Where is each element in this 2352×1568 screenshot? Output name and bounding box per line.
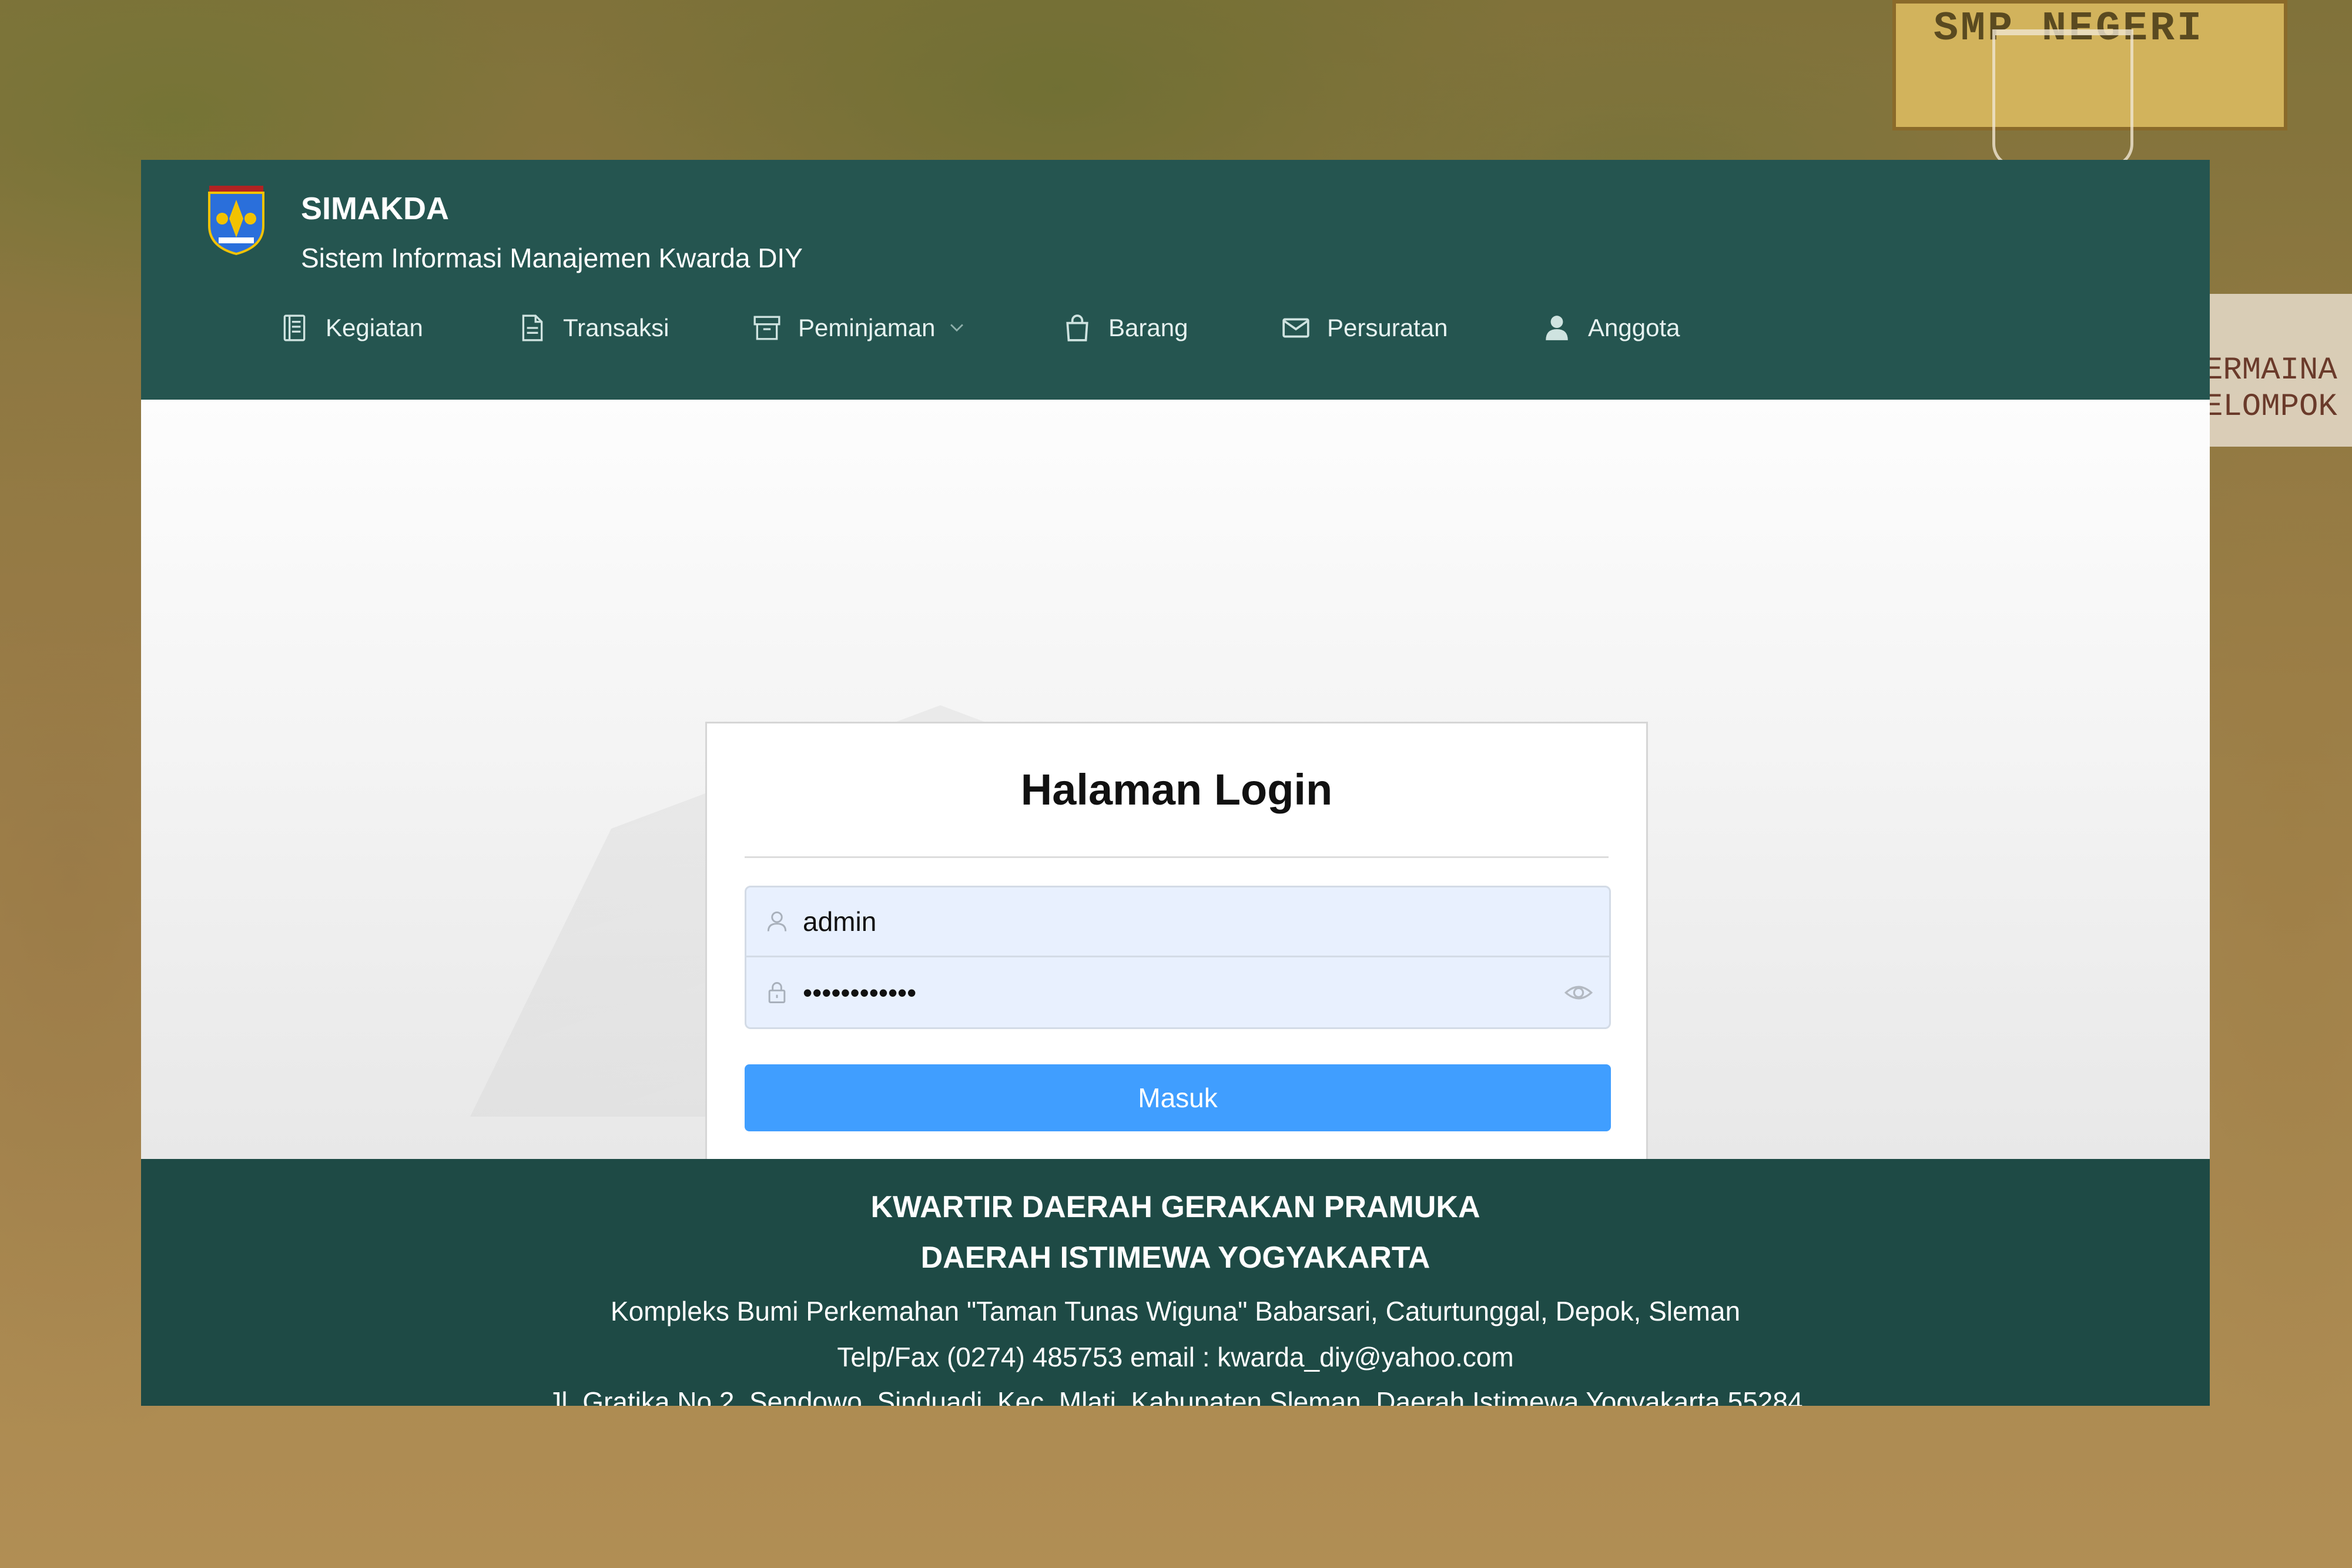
password-value: ••••••••••••: [803, 977, 917, 1008]
nav-item-kegiatan[interactable]: Kegiatan: [280, 299, 423, 357]
show-password-eye-icon[interactable]: [1563, 977, 1594, 1008]
chevron-down-icon: [950, 324, 964, 332]
kwarda-logo: [208, 186, 264, 256]
user-icon: [1546, 316, 1568, 340]
background-side-sign-text: ERMAINA ELOMPOK: [2204, 353, 2337, 425]
nav-item-transaksi[interactable]: Transaksi: [517, 299, 669, 357]
nav-item-peminjaman[interactable]: Peminjaman: [752, 299, 967, 357]
nav-item-persuratan[interactable]: Persuratan: [1281, 299, 1448, 357]
app-name: SIMAKDA: [301, 191, 449, 226]
footer-address: Kompleks Bumi Perkemahan "Taman Tunas Wi…: [610, 1296, 1741, 1326]
username-value: admin: [803, 906, 877, 937]
list-icon: [283, 314, 306, 341]
archive-box-icon: [753, 316, 780, 340]
footer-org-name: KWARTIR DAERAH GERAKAN PRAMUKA: [870, 1190, 1480, 1224]
password-field[interactable]: ••••••••••••: [745, 957, 1611, 1029]
login-card: Halaman Login admin •••••••••••• Masuk: [705, 722, 1648, 1171]
basketball-hoop: [1992, 29, 2133, 167]
username-field[interactable]: admin: [745, 886, 1611, 957]
footer-region: DAERAH ISTIMEWA YOGYAKARTA: [920, 1241, 1430, 1275]
divider: [745, 856, 1609, 858]
nav-label: Barang: [1108, 314, 1188, 341]
footer: KWARTIR DAERAH GERAKAN PRAMUKA DAERAH IS…: [141, 1159, 2210, 1406]
footer-address-2: Jl. Gratika No.2, Sendowo, Sinduadi, Kec…: [548, 1386, 1803, 1406]
user-outline-icon: [767, 911, 787, 932]
nav-label: Peminjaman: [798, 314, 936, 341]
nav-label: Kegiatan: [326, 314, 423, 341]
app-subtitle: Sistem Informasi Manajemen Kwarda DIY: [301, 243, 803, 273]
header: SIMAKDA Sistem Informasi Manajemen Kward…: [141, 160, 2210, 400]
nav-label: Transaksi: [563, 314, 669, 341]
document-icon: [522, 314, 543, 341]
envelope-icon: [1282, 318, 1309, 338]
main-content: Halaman Login admin •••••••••••• Masuk: [141, 400, 2210, 1398]
nav-label: Anggota: [1588, 314, 1680, 341]
lock-icon: [768, 981, 786, 1003]
login-submit-button[interactable]: Masuk: [745, 1064, 1611, 1131]
footer-contact: Telp/Fax (0274) 485753 email : kwarda_di…: [837, 1342, 1514, 1372]
nav-label: Persuratan: [1327, 314, 1448, 341]
app-window: SIMAKDA Sistem Informasi Manajemen Kward…: [141, 160, 2210, 1406]
nav-item-barang[interactable]: Barang: [1063, 299, 1188, 357]
main-nav: Kegiatan Transaksi Peminjaman Barang Per…: [141, 299, 2210, 357]
nav-item-anggota[interactable]: Anggota: [1542, 299, 1680, 357]
login-title: Halaman Login: [1020, 765, 1333, 814]
shopping-bag-icon: [1066, 314, 1088, 341]
